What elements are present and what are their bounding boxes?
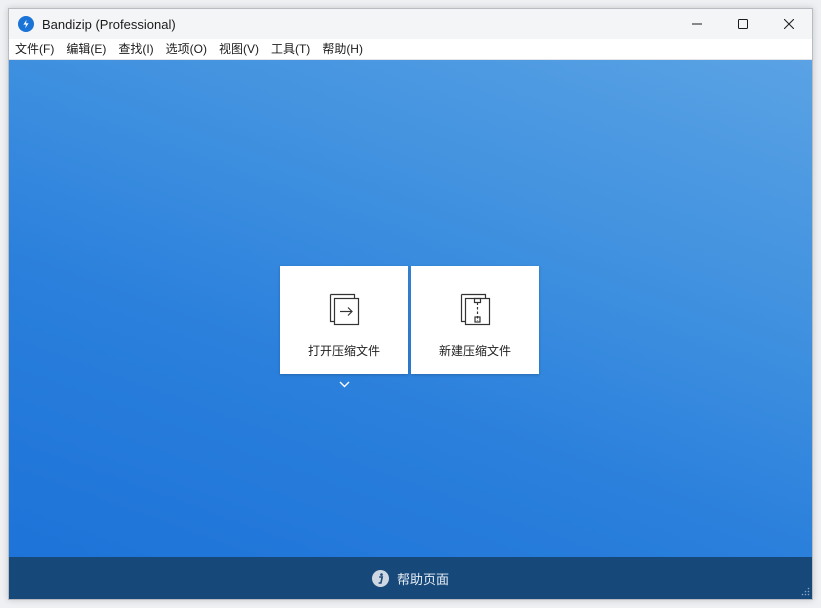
app-window: Bandizip (Professional) 文件(F) 编辑(E) 查找(I…	[8, 8, 813, 600]
close-icon	[784, 19, 794, 29]
menu-bar: 文件(F) 编辑(E) 查找(I) 选项(O) 视图(V) 工具(T) 帮助(H…	[9, 39, 812, 60]
bandizip-logo-icon	[18, 16, 34, 32]
menu-options[interactable]: 选项(O)	[160, 39, 213, 59]
menu-file[interactable]: 文件(F)	[9, 39, 60, 59]
new-archive-button[interactable]: 新建压缩文件	[411, 266, 539, 374]
new-archive-label: 新建压缩文件	[438, 344, 511, 358]
open-archive-icon	[329, 293, 360, 326]
menu-view[interactable]: 视图(V)	[213, 39, 265, 59]
minimize-icon	[692, 23, 702, 25]
menu-help[interactable]: 帮助(H)	[316, 39, 369, 59]
open-archive-label: 打开压缩文件	[307, 344, 380, 358]
menu-find[interactable]: 查找(I)	[112, 39, 159, 59]
title-bar[interactable]: Bandizip (Professional)	[9, 9, 812, 39]
window-controls	[674, 9, 812, 39]
menu-edit[interactable]: 编辑(E)	[60, 39, 112, 59]
open-archive-button[interactable]: 打开压缩文件	[280, 266, 408, 374]
window-title: Bandizip (Professional)	[42, 16, 176, 32]
maximize-icon	[738, 19, 748, 29]
maximize-button[interactable]	[720, 9, 766, 39]
help-page-bar[interactable]: 帮助页面	[9, 557, 812, 599]
help-page-label: 帮助页面	[396, 571, 449, 587]
main-area: 打开压缩文件 新建压缩文件	[9, 60, 812, 559]
minimize-button[interactable]	[674, 9, 720, 39]
menu-tools[interactable]: 工具(T)	[265, 39, 316, 59]
resize-grip-icon[interactable]	[800, 587, 810, 597]
new-archive-icon	[460, 293, 491, 326]
chevron-down-icon[interactable]	[339, 381, 350, 388]
close-button[interactable]	[766, 9, 812, 39]
info-icon	[371, 569, 389, 587]
